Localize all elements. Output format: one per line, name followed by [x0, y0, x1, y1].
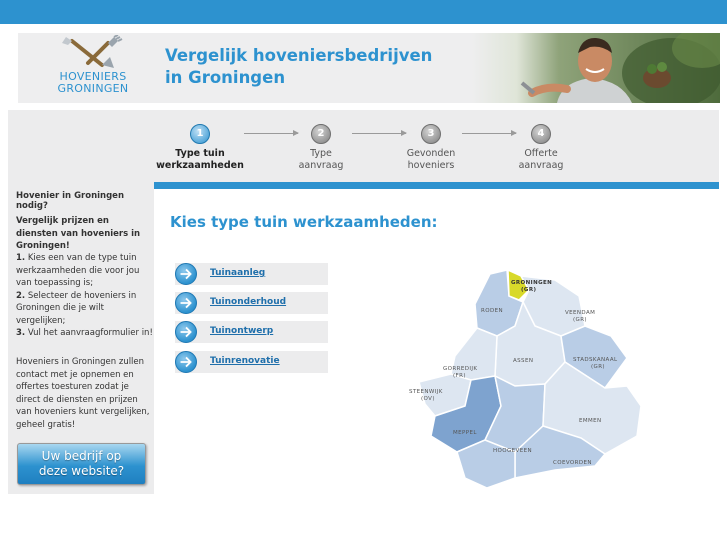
map-label-veendam: VEENDAM — [565, 310, 595, 316]
option-tuinonderhoud[interactable]: Tuinonderhoud — [175, 292, 328, 314]
step-1-label-line2: werkzaamheden — [156, 160, 244, 171]
step-3-label: Gevonden hoveniers — [386, 148, 476, 172]
option-link[interactable]: Tuinrenovatie — [210, 356, 280, 366]
step-4-label-line1: Offerte — [524, 148, 558, 159]
step-1-number: 1 — [190, 124, 210, 144]
sidebar-step-3-num: 3. — [16, 328, 26, 338]
step-2-label: Type aanvraag — [276, 148, 366, 172]
map-label-hoogeveen: HOOGEVEEN — [493, 448, 532, 454]
option-tuinrenovatie[interactable]: Tuinrenovatie — [175, 351, 328, 373]
logo-line2: GRONINGEN — [57, 82, 129, 95]
site-header: HOVENIERS GRONINGEN Vergelijk hoveniersb… — [18, 33, 720, 103]
option-link[interactable]: Tuinontwerp — [210, 326, 273, 336]
sidebar-step-2-text: Selecteer de hoveniers in Groningen die … — [16, 290, 137, 326]
step-1[interactable]: 1 Type tuin werkzaamheden — [155, 124, 245, 172]
map-label-steenwijk: STEENWIJK — [409, 389, 443, 395]
map-label-groningen-sub: (GR) — [521, 287, 536, 293]
page-title-line2: in Groningen — [165, 68, 286, 87]
arrow-right-icon — [175, 292, 197, 314]
sidebar-step-1: 1. Kies een van de type tuin werkzaamhed… — [16, 252, 154, 290]
step-3-label-line2: hoveniers — [407, 160, 455, 171]
steps-bar-underline — [154, 182, 719, 189]
advertise-button-line1: Uw bedrijf op — [41, 449, 122, 463]
step-3[interactable]: 3 Gevonden hoveniers — [386, 124, 476, 172]
sidebar-step-3: 3. Vul het aanvraagformulier in! — [16, 327, 154, 340]
arrow-right-icon — [175, 321, 197, 343]
arrow-right-icon — [175, 351, 197, 373]
arrow-right-icon — [175, 263, 197, 285]
sidebar-subheading: Vergelijk prijzen en diensten van hoveni… — [16, 216, 141, 251]
advertise-button-line2: deze website? — [38, 464, 125, 478]
step-4-label: Offerte aanvraag — [496, 148, 586, 172]
map-label-roden: RODEN — [481, 308, 503, 314]
sidebar-step-2: 2. Selecteer de hoveniers in Groningen d… — [16, 290, 154, 328]
map-label-assen: ASSEN — [513, 358, 533, 364]
option-tuinaanleg[interactable]: Tuinaanleg — [175, 263, 328, 285]
option-tuinontwerp[interactable]: Tuinontwerp — [175, 321, 328, 343]
option-link[interactable]: Tuinonderhoud — [210, 297, 286, 307]
page-title: Vergelijk hoveniersbedrijven in Groninge… — [165, 45, 432, 89]
step-4-number: 4 — [531, 124, 551, 144]
step-4-label-line2: aanvraag — [518, 160, 564, 171]
sidebar-closing-text: Hoveniers in Groningen zullen contact me… — [16, 357, 150, 430]
step-1-label-line1: Type tuin — [175, 148, 225, 159]
map-label-emmen: EMMEN — [579, 418, 602, 424]
map-label-groningen: GRONINGEN — [511, 280, 552, 286]
sidebar-step-2-num: 2. — [16, 290, 26, 301]
step-2-label-line2: aanvraag — [298, 160, 344, 171]
sidebar-step-1-num: 1. — [16, 253, 26, 263]
map-label-meppel: MEPPEL — [453, 430, 477, 436]
map-label-veendam-sub: (GR) — [573, 317, 587, 323]
option-link[interactable]: Tuinaanleg — [210, 268, 265, 278]
step-2-label-line1: Type — [310, 148, 332, 159]
top-bar — [0, 0, 727, 24]
gardener-photo — [472, 33, 720, 103]
step-2-number: 2 — [311, 124, 331, 144]
map-label-coevorden: COEVORDEN — [553, 460, 592, 466]
step-1-label: Type tuin werkzaamheden — [155, 148, 245, 172]
main-heading: Kies type tuin werkzaamheden: — [170, 213, 438, 231]
map-label-gorredijk-sub: (FR) — [453, 373, 466, 379]
step-3-label-line1: Gevonden — [406, 148, 456, 159]
map-label-steenwijk-sub: (OV) — [421, 396, 435, 402]
map-label-gorredijk: GORREDIJK — [443, 366, 477, 372]
map-label-stadskanaal-sub: (GR) — [591, 364, 605, 370]
step-3-number: 3 — [421, 124, 441, 144]
sidebar-step-3-text: Vul het aanvraagformulier in! — [25, 328, 153, 338]
map-label-stadskanaal: STADSKANAAL — [573, 357, 618, 363]
sidebar-step-1-text: Kies een van de type tuin werkzaamheden … — [16, 253, 140, 288]
garden-tools-logo-icon[interactable] — [58, 35, 124, 71]
sidebar-heading: Hovenier in Groningen nodig? — [16, 191, 124, 211]
page-title-line1: Vergelijk hoveniersbedrijven — [165, 46, 433, 65]
step-2[interactable]: 2 Type aanvraag — [276, 124, 366, 172]
sidebar-instructions: 1. Kies een van de type tuin werkzaamhed… — [16, 252, 154, 340]
page: HOVENIERS GRONINGEN Vergelijk hoveniersb… — [0, 0, 727, 545]
advertise-button[interactable]: Uw bedrijf op deze website? — [17, 443, 146, 485]
region-map: GRONINGEN (GR) RODEN VEENDAM (GR) ASSEN … — [409, 268, 642, 488]
logo-text[interactable]: HOVENIERS GRONINGEN — [38, 71, 148, 95]
step-4[interactable]: 4 Offerte aanvraag — [496, 124, 586, 172]
